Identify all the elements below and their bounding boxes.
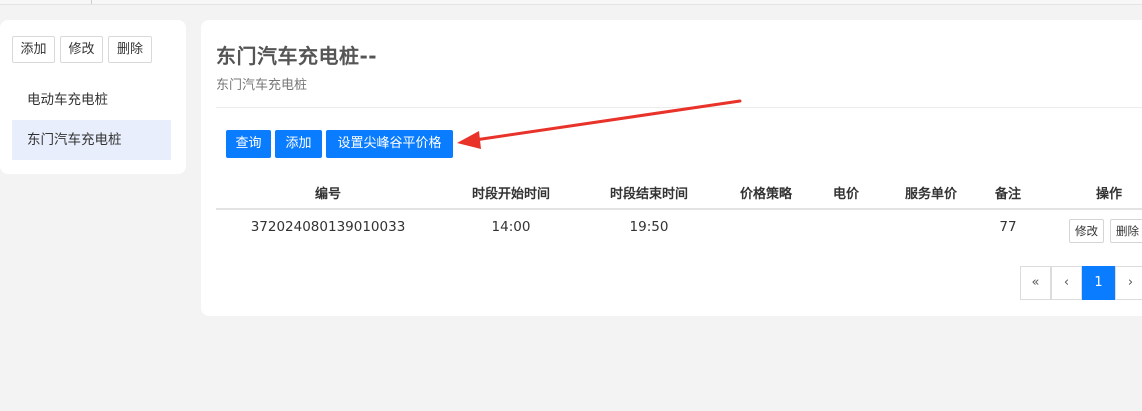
set-peak-valley-price-button[interactable]: 设置尖峰谷平价格 — [326, 130, 453, 158]
column-header-price: 电价 — [832, 187, 859, 202]
pagination-next[interactable]: › — [1115, 266, 1142, 300]
pagination-first[interactable]: « — [1020, 266, 1051, 300]
page-title: 东门汽车充电桩-- — [216, 44, 378, 68]
category-add-button[interactable]: 添加 — [12, 36, 55, 63]
sidebar-item-ev-charging[interactable]: 电动车充电桩 — [12, 80, 171, 120]
pagination-prev[interactable]: ‹ — [1051, 266, 1082, 300]
cell-id: 372024080139010033 — [250, 219, 406, 235]
sidebar-item-east-gate-charging[interactable]: 东门汽车充电桩 — [12, 120, 171, 160]
cell-note: 77 — [999, 219, 1017, 235]
column-header-actions: 操作 — [1095, 187, 1122, 202]
add-button[interactable]: 添加 — [275, 130, 322, 158]
column-header-service-price: 服务单价 — [904, 187, 957, 202]
top-bar — [0, 0, 1142, 5]
category-edit-button[interactable]: 修改 — [60, 36, 103, 63]
main-panel: 东门汽车充电桩-- 东门汽车充电桩 查询 添加 设置尖峰谷平价格 编号 时段开始… — [201, 20, 1142, 316]
top-bar-divider — [91, 0, 92, 4]
column-header-note: 备注 — [994, 187, 1021, 202]
row-delete-button[interactable]: 删除 — [1110, 219, 1142, 243]
page-subtitle: 东门汽车充电桩 — [216, 78, 308, 93]
column-header-end-time: 时段结束时间 — [609, 187, 688, 202]
table-header-divider — [216, 208, 1142, 210]
column-header-start-time: 时段开始时间 — [471, 187, 550, 202]
cell-start-time: 14:00 — [491, 219, 531, 235]
row-edit-button[interactable]: 修改 — [1069, 219, 1104, 243]
category-delete-button[interactable]: 删除 — [108, 36, 152, 63]
column-header-id: 编号 — [314, 187, 341, 202]
header-divider — [216, 107, 1142, 108]
query-button[interactable]: 查询 — [226, 130, 271, 158]
column-header-price-strategy: 价格策略 — [739, 187, 792, 202]
pagination-page-1[interactable]: 1 — [1082, 266, 1115, 300]
cell-end-time: 19:50 — [629, 219, 669, 235]
category-panel: 添加 修改 删除 电动车充电桩 东门汽车充电桩 — [0, 20, 186, 174]
